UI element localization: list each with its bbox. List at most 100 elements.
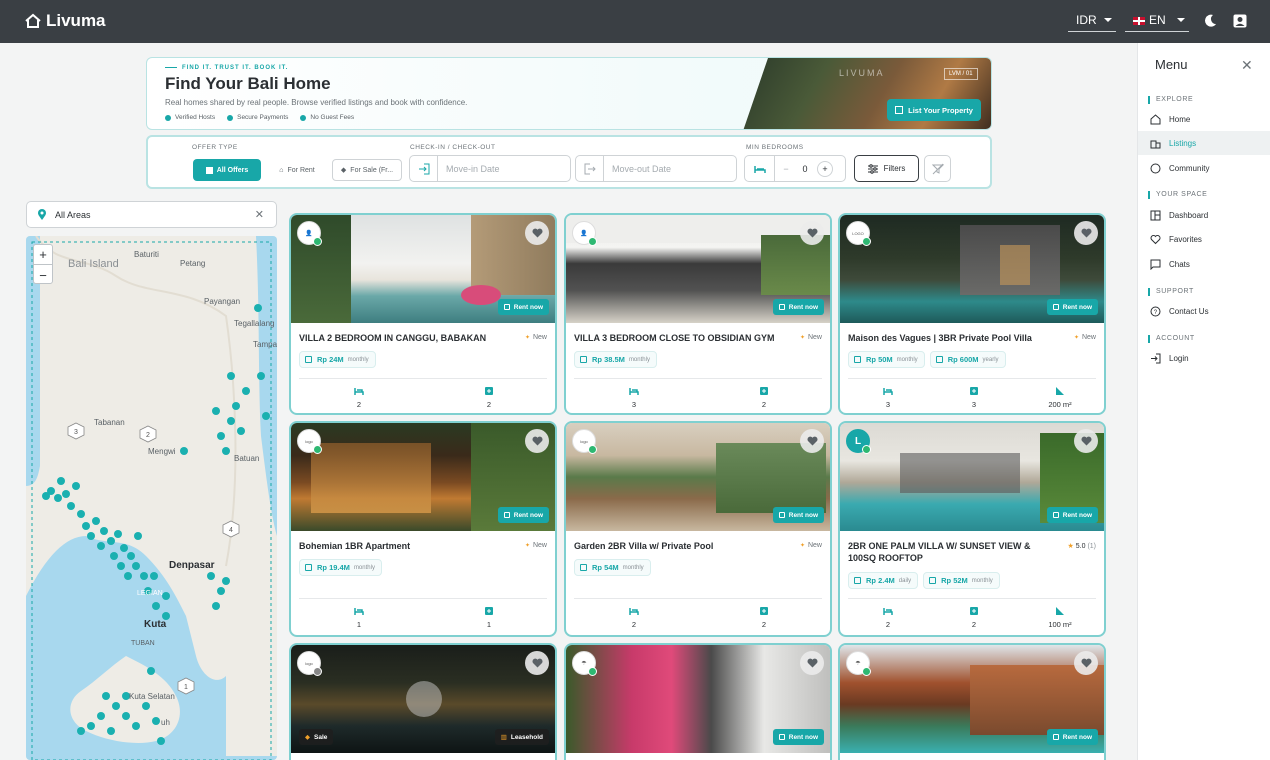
route-number: 3 xyxy=(74,429,78,436)
close-icon[interactable]: ✕ xyxy=(255,208,264,221)
rent-now-badge[interactable]: Rent now xyxy=(497,299,549,315)
zoom-out-button[interactable]: − xyxy=(34,265,52,285)
for-sale-chip[interactable]: ◆ For Sale (Fr... xyxy=(332,159,402,181)
menu-item-label: Listings xyxy=(1169,138,1197,148)
rent-now-badge[interactable]: Rent now xyxy=(772,507,824,523)
rent-now-badge[interactable]: Rent now xyxy=(1046,299,1098,315)
move-out-date-input[interactable]: Move-out Date xyxy=(575,155,737,182)
currency-select[interactable]: IDR xyxy=(1068,9,1116,32)
listing-title[interactable]: VILLA 3 BEDROOM CLOSE TO OBSIDIAN GYM xyxy=(574,332,784,344)
listing-card[interactable]: ☂ Rent now xyxy=(564,643,832,760)
map-label: Kuta xyxy=(144,619,167,630)
close-icon[interactable]: ✕ xyxy=(1241,57,1253,74)
rent-now-badge[interactable]: Rent now xyxy=(1046,507,1098,523)
app-logo[interactable]: Livuma xyxy=(24,11,106,31)
clear-filters-button[interactable] xyxy=(924,155,951,182)
price-period: yearly xyxy=(982,356,999,363)
calendar-icon xyxy=(1052,304,1059,310)
calendar-icon xyxy=(580,564,587,571)
favorite-button[interactable] xyxy=(525,221,549,245)
rent-now-badge[interactable]: Rent now xyxy=(772,299,824,315)
menu-item-community[interactable]: Community xyxy=(1138,156,1270,180)
listing-card[interactable]: LOGO Rent now Maison des Vagues | 3BR Pr… xyxy=(838,213,1106,415)
map-view[interactable]: 3 2 4 1 + − Bali Island Baturiti Petang … xyxy=(26,236,277,760)
list-property-button[interactable]: List Your Property xyxy=(887,99,981,121)
rent-now-badge[interactable]: Rent now xyxy=(1046,729,1098,745)
decrement-button[interactable]: − xyxy=(775,164,797,174)
host-avatar[interactable]: ☂ xyxy=(846,651,871,676)
listing-card[interactable]: logo Rent now Garden 2BR Villa w/ Privat… xyxy=(564,421,832,637)
host-avatar[interactable]: LOGO xyxy=(846,221,871,246)
rent-now-badge[interactable]: Rent now xyxy=(497,507,549,523)
leasehold-badge[interactable]: ▥ Leasehold xyxy=(494,729,549,745)
favorite-button[interactable] xyxy=(1074,221,1098,245)
tag-icon: ◆ xyxy=(305,734,310,741)
listing-title[interactable]: 2BR ONE PALM VILLA W/ SUNSET VIEW & 100S… xyxy=(848,540,1043,564)
map-label: Baturiti xyxy=(134,250,159,259)
bedrooms-stat: 2 xyxy=(319,386,399,409)
all-offers-chip[interactable]: All Offers xyxy=(193,159,261,181)
host-avatar[interactable]: logo xyxy=(297,651,322,676)
bedrooms-label: MIN BEDROOMS xyxy=(746,144,804,151)
listing-card[interactable]: 👤 Rent now VILLA 2 BEDROOM IN CANGGU, BA… xyxy=(289,213,557,415)
menu-item-home[interactable]: Home xyxy=(1138,107,1270,131)
move-in-date-input[interactable]: Move-in Date xyxy=(409,155,571,182)
favorite-button[interactable] xyxy=(800,221,824,245)
for-rent-chip[interactable]: ⌂ For Rent xyxy=(268,159,326,181)
listing-title[interactable]: Bohemian 1BR Apartment xyxy=(299,540,499,552)
favorite-button[interactable] xyxy=(1074,651,1098,675)
sale-badge[interactable]: ◆ Sale xyxy=(299,729,334,745)
menu-item-listings[interactable]: Listings xyxy=(1138,131,1270,155)
calendar-icon xyxy=(935,356,943,363)
favorite-button[interactable] xyxy=(1074,429,1098,453)
bathrooms-stat: 2 xyxy=(934,606,1014,629)
verified-hosts-badge: Verified Hosts xyxy=(165,114,215,121)
filters-button[interactable]: Filters xyxy=(854,155,919,182)
listing-card[interactable]: L Rent now 2BR ONE PALM VILLA W/ SUNSET … xyxy=(838,421,1106,637)
listing-card[interactable]: ☂ Rent now xyxy=(838,643,1106,760)
map-canvas: 3 2 4 1 xyxy=(26,236,277,760)
listing-card[interactable]: logo ◆ Sale ▥ Leasehold xyxy=(289,643,557,760)
favorite-button[interactable] xyxy=(800,651,824,675)
moon-icon[interactable] xyxy=(1202,13,1218,29)
area-value: 100 m² xyxy=(1048,620,1072,629)
rent-now-badge[interactable]: Rent now xyxy=(772,729,824,745)
hero-badges: Verified Hosts Secure Payments No Guest … xyxy=(165,114,354,121)
price-amount: Rp 52M xyxy=(941,576,968,585)
language-select[interactable]: EN xyxy=(1125,9,1189,32)
divider xyxy=(574,598,822,599)
listing-card[interactable]: logo Rent now Bohemian 1BR Apartment New… xyxy=(289,421,557,637)
listing-card[interactable]: 👤 Rent now VILLA 3 BEDROOM CLOSE TO OBSI… xyxy=(564,213,832,415)
price-list: Rp 54M monthly xyxy=(574,559,651,576)
listing-title[interactable]: VILLA 2 BEDROOM IN CANGGU, BABAKAN xyxy=(299,332,499,344)
menu-item-login[interactable]: Login xyxy=(1138,346,1270,370)
host-avatar[interactable]: 👤 xyxy=(572,221,597,246)
listing-title[interactable]: Maison des Vagues | 3BR Private Pool Vil… xyxy=(848,332,1058,344)
account-icon[interactable] xyxy=(1232,13,1248,29)
heart-icon xyxy=(806,436,818,446)
increment-button[interactable]: + xyxy=(817,160,833,177)
verified-icon xyxy=(862,237,871,246)
menu-item-chats[interactable]: Chats xyxy=(1138,252,1270,276)
favorite-button[interactable] xyxy=(525,651,549,675)
bath-icon xyxy=(760,607,768,615)
host-avatar[interactable]: logo xyxy=(572,429,597,454)
zoom-in-button[interactable]: + xyxy=(34,245,52,265)
menu-item-dashboard[interactable]: Dashboard xyxy=(1138,203,1270,227)
menu-section-support: SUPPORT xyxy=(1148,288,1194,296)
listing-title[interactable]: Garden 2BR Villa w/ Private Pool xyxy=(574,540,774,552)
menu-item-contact-us[interactable]: ? Contact Us xyxy=(1138,299,1270,323)
badge-label: Rent now xyxy=(513,303,543,311)
host-avatar[interactable]: 👤 xyxy=(297,221,322,246)
calendar-icon xyxy=(503,512,510,518)
host-avatar[interactable]: ☂ xyxy=(572,651,597,676)
menu-item-label: Dashboard xyxy=(1169,210,1209,220)
area-search-input[interactable]: All Areas ✕ xyxy=(26,201,277,228)
favorite-button[interactable] xyxy=(525,429,549,453)
host-avatar[interactable]: L xyxy=(846,429,871,454)
menu-item-favorites[interactable]: Favorites xyxy=(1138,227,1270,251)
favorite-button[interactable] xyxy=(800,429,824,453)
heart-icon xyxy=(806,658,818,668)
price-list: Rp 24M monthly xyxy=(299,351,376,368)
host-avatar[interactable]: logo xyxy=(297,429,322,454)
